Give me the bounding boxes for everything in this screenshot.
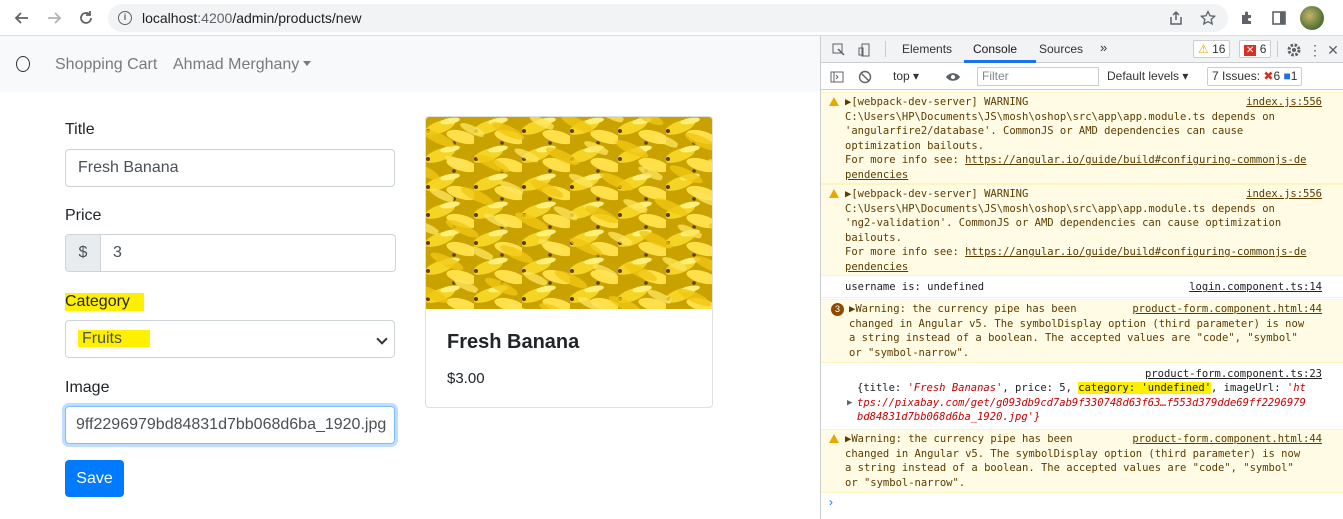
category-selected-value: Fruits: [78, 330, 150, 347]
save-button[interactable]: Save: [65, 460, 124, 497]
console-message: product-form.component.html:44 ▶Warning:…: [821, 429, 1343, 493]
title-input[interactable]: Fresh Banana: [65, 149, 395, 187]
console-message: 3 product-form.component.html:44 ▶Warnin…: [821, 299, 1343, 363]
console-toolbar: top ▾ Filter Default levels ▾ 7 Issues: …: [821, 63, 1343, 90]
side-panel-icon[interactable]: [1269, 8, 1289, 28]
console-output: index.js:556 ▶[webpack-dev-server] WARNI…: [821, 90, 1343, 519]
warning-icon: [829, 189, 839, 198]
device-toolbar-icon[interactable]: [855, 40, 875, 60]
console-message: index.js:556 ▶[webpack-dev-server] WARNI…: [821, 184, 1343, 276]
clear-console-icon[interactable]: [855, 67, 875, 87]
address-bar[interactable]: i localhost:4200/admin/products/new: [108, 4, 1228, 32]
extensions-puzzle-icon[interactable]: [1237, 8, 1257, 28]
chevron-down-icon: [376, 333, 388, 345]
highlighted-category: category: 'undefined': [1078, 382, 1212, 394]
forward-arrow-icon[interactable]: [42, 6, 66, 30]
user-menu-label: Ahmad Merghany: [173, 56, 300, 73]
caret-down-icon: [303, 61, 312, 66]
tab-elements[interactable]: Elements: [902, 42, 952, 56]
tab-sources[interactable]: Sources: [1039, 42, 1083, 56]
docs-link-continued[interactable]: pendencies: [845, 261, 908, 273]
console-message: login.component.ts:14 username is: undef…: [821, 278, 1343, 298]
console-message: index.js:556 ▶[webpack-dev-server] WARNI…: [821, 92, 1343, 184]
warning-icon: ⚠: [1198, 42, 1209, 56]
back-arrow-icon[interactable]: [10, 6, 34, 30]
issue-error-icon: ✖: [1263, 69, 1274, 83]
error-icon: ✕: [1244, 45, 1257, 56]
share-icon[interactable]: [1166, 8, 1186, 28]
browser-toolbar: i localhost:4200/admin/products/new: [0, 0, 1343, 36]
filter-input[interactable]: Filter: [977, 67, 1099, 86]
more-tabs-icon[interactable]: »: [1100, 40, 1107, 55]
site-info-icon[interactable]: i: [118, 11, 132, 25]
tab-console[interactable]: Console: [973, 42, 1017, 56]
issues-badge[interactable]: 7 Issues: ✖6 ■1: [1207, 67, 1303, 86]
price-input[interactable]: 3: [100, 234, 396, 272]
bookmark-star-icon[interactable]: [1198, 8, 1218, 28]
category-select[interactable]: Fruits: [65, 320, 395, 358]
docs-link-continued[interactable]: pendencies: [845, 169, 908, 181]
card-price: $3.00: [447, 370, 485, 387]
warning-icon: [829, 97, 839, 106]
context-select[interactable]: top ▾: [893, 69, 919, 83]
repeat-count-badge: 3: [831, 303, 844, 316]
issue-info-icon: ■: [1283, 69, 1291, 83]
product-image: [426, 117, 712, 309]
source-link[interactable]: product-form.component.ts:23: [1145, 367, 1322, 382]
eye-icon[interactable]: [943, 67, 963, 87]
expand-triangle-icon[interactable]: ▶: [847, 396, 852, 411]
category-label: Category: [65, 293, 144, 311]
kebab-menu-icon[interactable]: ⋮: [1305, 40, 1325, 60]
image-label: Image: [65, 379, 110, 396]
log-levels-dropdown[interactable]: Default levels ▾: [1107, 69, 1188, 83]
devtools-panel: Elements Console Sources » ⚠ 16 ✕ 6 ⋮ ✕ …: [820, 36, 1343, 519]
product-preview-card: Fresh Banana $3.00: [425, 116, 713, 408]
docs-link[interactable]: https://angular.io/guide/build#configuri…: [965, 154, 1306, 166]
app-page: Shopping Cart Ahmad Merghany Title Fresh…: [0, 36, 820, 519]
devtools-tabbar: Elements Console Sources » ⚠ 16 ✕ 6 ⋮ ✕: [821, 36, 1343, 63]
settings-gear-icon[interactable]: [1284, 40, 1304, 60]
title-label: Title: [65, 121, 95, 138]
error-count-badge[interactable]: ✕ 6: [1239, 40, 1272, 58]
inspect-element-icon[interactable]: [829, 40, 849, 60]
card-title: Fresh Banana: [447, 331, 580, 353]
user-menu-dropdown[interactable]: Ahmad Merghany: [173, 56, 312, 74]
close-icon[interactable]: ✕: [1323, 40, 1343, 60]
sidebar-toggle-icon[interactable]: [827, 67, 847, 87]
navbar: Shopping Cart Ahmad Merghany: [0, 36, 820, 92]
reload-icon[interactable]: [74, 6, 98, 30]
price-currency-prefix: $: [65, 234, 101, 272]
url-text: localhost:4200/admin/products/new: [142, 10, 362, 26]
docs-link[interactable]: https://angular.io/guide/build#configuri…: [965, 246, 1306, 258]
circle-logo-icon[interactable]: [16, 56, 30, 72]
warning-count-badge[interactable]: ⚠ 16: [1193, 40, 1231, 58]
image-url-input[interactable]: 9ff2296979bd84831d7bb068d6ba_1920.jpg: [65, 406, 395, 444]
warning-icon: [829, 434, 839, 443]
console-prompt[interactable]: ›: [829, 495, 833, 509]
price-label: Price: [65, 207, 102, 224]
nav-link-shopping-cart[interactable]: Shopping Cart: [55, 56, 157, 74]
console-message: product-form.component.ts:23 {title: 'Fr…: [847, 367, 1322, 423]
profile-avatar[interactable]: [1300, 6, 1324, 30]
